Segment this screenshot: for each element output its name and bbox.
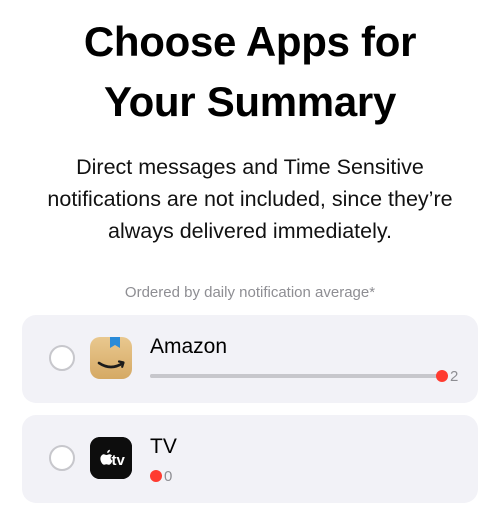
notification-dot-tv bbox=[150, 470, 162, 482]
notification-bar-fill-amazon bbox=[150, 374, 442, 378]
tv-icon-text: tv bbox=[112, 452, 126, 469]
description-text: Direct messages and Time Sensitive notif… bbox=[20, 151, 480, 247]
notification-count-tv: 0 bbox=[164, 468, 173, 485]
select-radio-amazon[interactable] bbox=[49, 345, 75, 371]
title-line-1: Choose Apps for bbox=[83, 18, 417, 65]
notification-dot-amazon bbox=[436, 370, 448, 382]
list-caption: Ordered by daily notification average* bbox=[124, 284, 376, 301]
notification-count-amazon: 2 bbox=[450, 368, 459, 385]
app-name-tv: TV bbox=[150, 435, 177, 458]
apple-tv-app-icon: tv bbox=[90, 437, 132, 479]
app-row-tv[interactable]: tv TV 0 bbox=[22, 415, 478, 503]
amazon-app-icon bbox=[90, 337, 132, 379]
description-line-2: notifications are not included, since th… bbox=[47, 187, 453, 211]
title-line-2: Your Summary bbox=[103, 78, 397, 125]
page-title: Choose Apps for Your Summary bbox=[0, 12, 500, 132]
app-row-amazon[interactable]: Amazon 2 bbox=[22, 315, 478, 403]
app-name-amazon: Amazon bbox=[150, 335, 228, 358]
select-radio-tv[interactable] bbox=[49, 445, 75, 471]
notification-bar-amazon bbox=[150, 374, 442, 378]
description-line-1: Direct messages and Time Sensitive bbox=[76, 155, 424, 179]
description-line-3: always delivered immediately. bbox=[108, 219, 392, 243]
